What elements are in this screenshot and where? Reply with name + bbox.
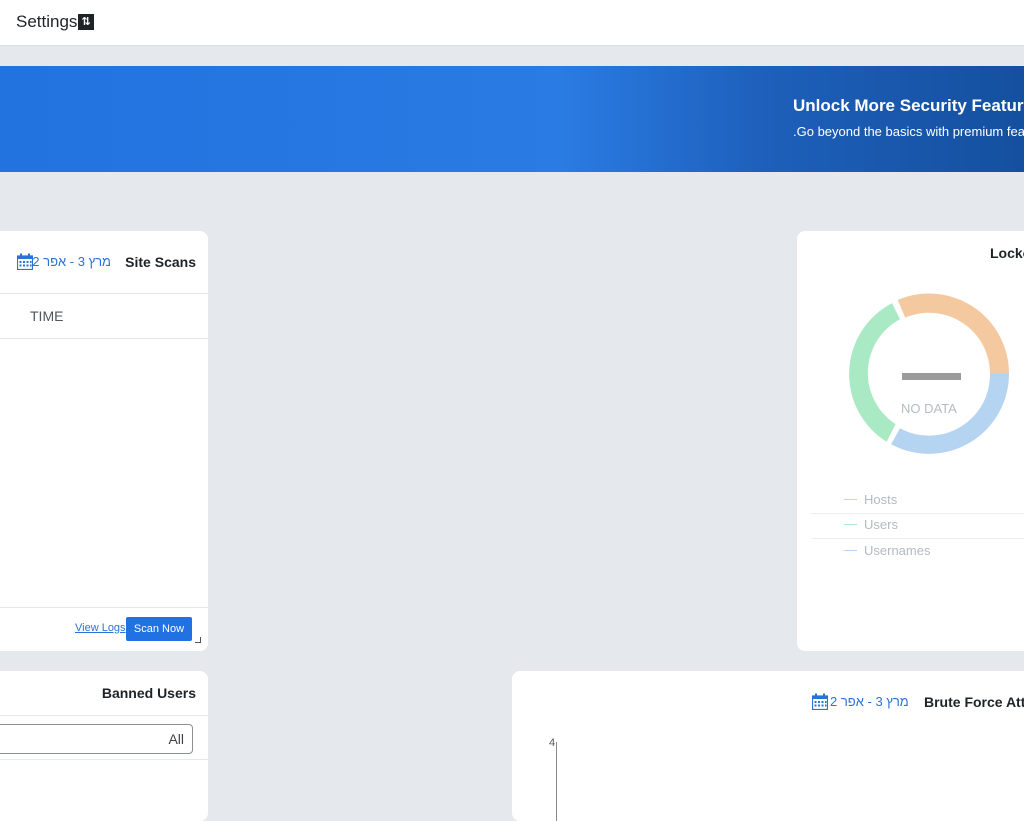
legend-item-users[interactable]: Users <box>811 513 1024 539</box>
divider <box>0 715 208 716</box>
donut-segment-hosts <box>897 293 1010 374</box>
date-range-picker[interactable]: מרץ 3 - אפר 2 <box>830 694 909 709</box>
legend-label: Usernames <box>864 543 931 558</box>
scan-now-button[interactable]: Scan Now <box>126 617 192 641</box>
no-data-label: NO DATA <box>901 401 957 416</box>
switch-icon[interactable]: ⇅ <box>78 14 94 30</box>
legend-label: Hosts <box>864 492 898 507</box>
page-title: Settings <box>16 12 78 31</box>
view-logs-link[interactable]: View Logs <box>75 622 126 634</box>
legend-swatch <box>844 550 857 551</box>
lockouts-donut-chart <box>849 293 1010 454</box>
legend-item-hosts[interactable]: Hosts <box>811 488 1024 514</box>
divider <box>0 338 208 339</box>
card-title: Brute Force Atta <box>924 694 1024 710</box>
calendar-icon[interactable] <box>812 693 828 710</box>
filter-select[interactable]: All <box>0 724 193 754</box>
card-title: Site Scans <box>125 254 196 270</box>
banner-headline: Unlock More Security Feature <box>793 96 1024 115</box>
brute-force-card: Brute Force Atta מרץ 3 - אפר 2 4 <box>512 671 1024 821</box>
site-scans-card: Site Scans מרץ 3 - אפר 2 TIME View Logs … <box>0 231 208 651</box>
legend-swatch <box>844 499 857 500</box>
divider <box>0 607 208 608</box>
y-axis-tick: 4 <box>549 737 556 749</box>
donut-segment-users <box>849 303 900 442</box>
top-bar: Settings ⇅ <box>0 0 1024 46</box>
banned-users-card: Banned Users All <box>0 671 208 821</box>
legend-label: Users <box>864 517 898 532</box>
date-range-picker[interactable]: מרץ 3 - אפר 2 <box>32 254 111 269</box>
y-axis-line <box>556 742 557 821</box>
resize-handle-icon[interactable] <box>195 637 201 643</box>
calendar-icon[interactable] <box>17 253 33 270</box>
divider <box>0 759 208 760</box>
card-title: Locko <box>990 245 1024 261</box>
legend-item-usernames[interactable]: Usernames <box>811 539 1024 564</box>
card-title: Banned Users <box>101 685 196 701</box>
no-data-bar <box>902 373 961 380</box>
filter-select-value: All <box>168 731 184 747</box>
legend-swatch <box>844 524 857 525</box>
divider <box>0 293 208 294</box>
column-header-time: TIME <box>30 308 64 324</box>
upgrade-banner[interactable]: Unlock More Security Feature .Go beyond … <box>0 66 1024 172</box>
banner-subtext: .Go beyond the basics with premium fea <box>793 124 1024 139</box>
lockouts-card: Locko NO DATA Hosts Users Usernames <box>797 231 1024 651</box>
